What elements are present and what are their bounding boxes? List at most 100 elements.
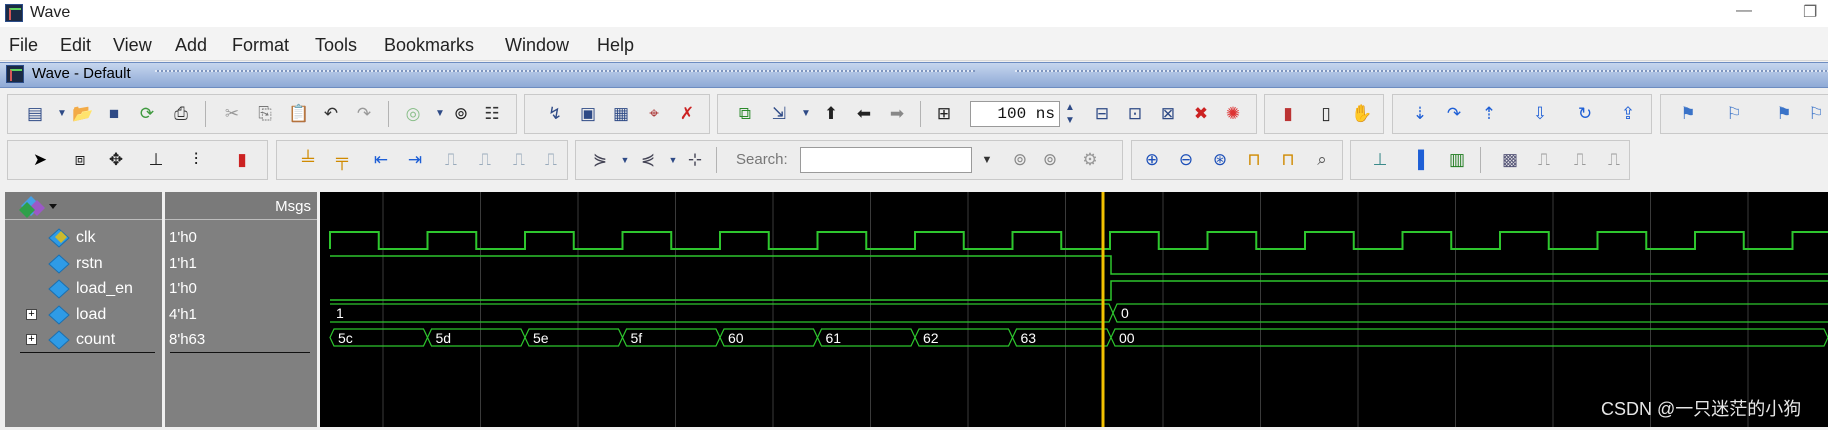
paste-icon[interactable]: 📋 [288,104,309,124]
menu-file[interactable]: File [9,35,38,56]
redo-icon[interactable]: ↷ [354,104,374,124]
zoom-region-icon[interactable]: ⌕ [1312,150,1332,170]
zoom-in-icon[interactable]: ⊕ [1142,150,1162,170]
env-jump-icon[interactable]: ⚑ [1774,104,1794,124]
insert-cursor-icon[interactable]: ╧ [298,150,318,170]
signal-row-clk[interactable]: clk 1'h0 [5,227,317,249]
show-cursor-icon[interactable]: ⊥ [1370,150,1390,170]
menu-format[interactable]: Format [232,35,289,56]
cut-icon[interactable]: ✂ [222,104,242,124]
dropdown-icon[interactable]: ▼ [615,150,635,170]
menu-view[interactable]: View [113,35,152,56]
menu-tools[interactable]: Tools [315,35,357,56]
memory-profile-icon[interactable]: ▯ [1316,104,1336,124]
edge-3-icon[interactable]: ⎍ [509,150,529,170]
save-icon[interactable]: ■ [104,104,124,124]
stop-icon[interactable]: ✺ [1223,104,1243,124]
continue-icon[interactable]: ⊡ [1125,104,1145,124]
env-down-icon[interactable]: ⚐ [1724,104,1744,124]
delete-cursor-icon[interactable]: ╤ [332,150,352,170]
expand-toggle-icon[interactable]: + [26,334,37,345]
clear-trace-icon[interactable]: ✗ [677,104,697,124]
list-icon[interactable]: ☷ [482,104,502,124]
right-arrow-icon[interactable]: ➡ [887,104,907,124]
prev-edge-icon[interactable]: ⇤ [371,150,391,170]
search-prev-icon[interactable]: ⊚ [1010,150,1030,170]
step-icon[interactable]: ⇣ [1410,104,1430,124]
group-icon[interactable]: ⊹ [685,150,705,170]
env-more-icon[interactable]: ⚐ [1806,104,1826,124]
time-spinner[interactable]: ▲ ▼ [1060,101,1080,127]
zoom-cursors-icon[interactable]: ⊓ [1278,150,1298,170]
show-waves-icon[interactable]: ▥ [1447,150,1467,170]
dropdown-icon[interactable]: ▼ [796,104,816,124]
collapse-icon[interactable]: ⋞ [638,150,658,170]
subwindow-grip-right[interactable] [1015,70,1828,72]
expand-toggle-icon[interactable]: + [26,309,37,320]
show-transitions-icon[interactable]: ▐ [1408,150,1428,170]
compile-icon[interactable]: ◎ [403,104,423,124]
reload-icon[interactable]: ⟳ [137,104,157,124]
step-into-icon[interactable]: ⇩ [1530,104,1550,124]
undo-icon[interactable]: ↶ [321,104,341,124]
subwindow-grip[interactable] [155,70,975,72]
stop-light-icon[interactable]: ▮ [232,150,252,170]
find-binoculars-icon[interactable]: ⊚ [451,104,471,124]
search-dropdown-icon[interactable]: ▼ [977,150,997,170]
menu-edit[interactable]: Edit [60,35,91,56]
run-icon[interactable]: ⊟ [1092,104,1112,124]
menu-help[interactable]: Help [597,35,634,56]
zoom-out-icon[interactable]: ⊖ [1176,150,1196,170]
break-icon[interactable]: ✖ [1191,104,1211,124]
search-input[interactable] [800,147,972,173]
env-up-icon[interactable]: ⚑ [1678,104,1698,124]
step-over-back-icon[interactable]: ↻ [1575,104,1595,124]
copy-icon[interactable]: ⎘ [255,104,275,124]
wave-compare-icon[interactable]: ⧉ [735,104,755,124]
edit-mode-icon[interactable]: ⫶ [186,150,206,170]
edge-1-icon[interactable]: ⎍ [441,150,461,170]
expand-icon[interactable]: ⋟ [590,150,610,170]
dataflow-icon[interactable]: ↯ [545,104,565,124]
pan-icon[interactable]: ✥ [106,150,126,170]
schematic-icon[interactable]: ▣ [578,104,598,124]
wave-style-3-icon[interactable]: ⎍ [1570,150,1590,170]
step-over-icon[interactable]: ↷ [1444,104,1464,124]
wave-style-2-icon[interactable]: ⎍ [1534,150,1554,170]
run-length-input[interactable]: 100 ns [970,101,1060,127]
zoom-cursor-icon[interactable]: ⊓ [1244,150,1264,170]
step-back-icon[interactable]: ⇪ [1618,104,1638,124]
zoom-full-icon[interactable]: ⊛ [1210,150,1230,170]
trace-icon[interactable]: ⌖ [644,104,664,124]
edge-4-icon[interactable]: ⎍ [541,150,561,170]
menu-bookmarks[interactable]: Bookmarks [384,35,474,56]
up-arrow-icon[interactable]: ⬆ [821,104,841,124]
signal-row-load_en[interactable]: load_en 1'h0 [5,278,317,300]
minimize-button[interactable]: — [1736,2,1752,20]
open-folder-icon[interactable]: 📂 [72,104,93,124]
waveform-canvas[interactable]: 1 0 5c 5d 5e 5f 60 61 62 63 00 [320,192,1828,427]
signal-row-count[interactable]: + count 8'h63 [5,329,317,351]
signal-row-load[interactable]: + load 4'h1 [5,304,317,326]
search-options-icon[interactable]: ⚙ [1080,150,1100,170]
signal-row-rstn[interactable]: rstn 1'h1 [5,253,317,275]
dropdown-icon[interactable]: ▼ [663,150,683,170]
wave-style-icon[interactable]: ▩ [1500,150,1520,170]
print-icon[interactable]: ⎙ [171,104,191,124]
performance-icon[interactable]: ▮ [1278,104,1298,124]
cursor-measure-icon[interactable]: ⊥ [146,150,166,170]
run-length-icon[interactable]: ⊞ [934,104,954,124]
run-all-icon[interactable]: ⊠ [1158,104,1178,124]
next-edge-icon[interactable]: ⇥ [405,150,425,170]
left-arrow-icon[interactable]: ⬅ [854,104,874,124]
select-pointer-icon[interactable]: ➤ [30,150,50,170]
step-out-icon[interactable]: ⇡ [1479,104,1499,124]
diamond-stack-icon[interactable] [15,192,75,220]
dropdown-icon[interactable]: ▼ [430,104,450,124]
edge-2-icon[interactable]: ⎍ [475,150,495,170]
menu-add[interactable]: Add [175,35,207,56]
restore-button[interactable]: ❐ [1803,2,1817,22]
restart-icon[interactable]: ⇲ [769,104,789,124]
menu-window[interactable]: Window [505,35,569,56]
waveform-pane[interactable]: 1 0 5c 5d 5e 5f 60 61 62 63 00 [320,192,1828,427]
